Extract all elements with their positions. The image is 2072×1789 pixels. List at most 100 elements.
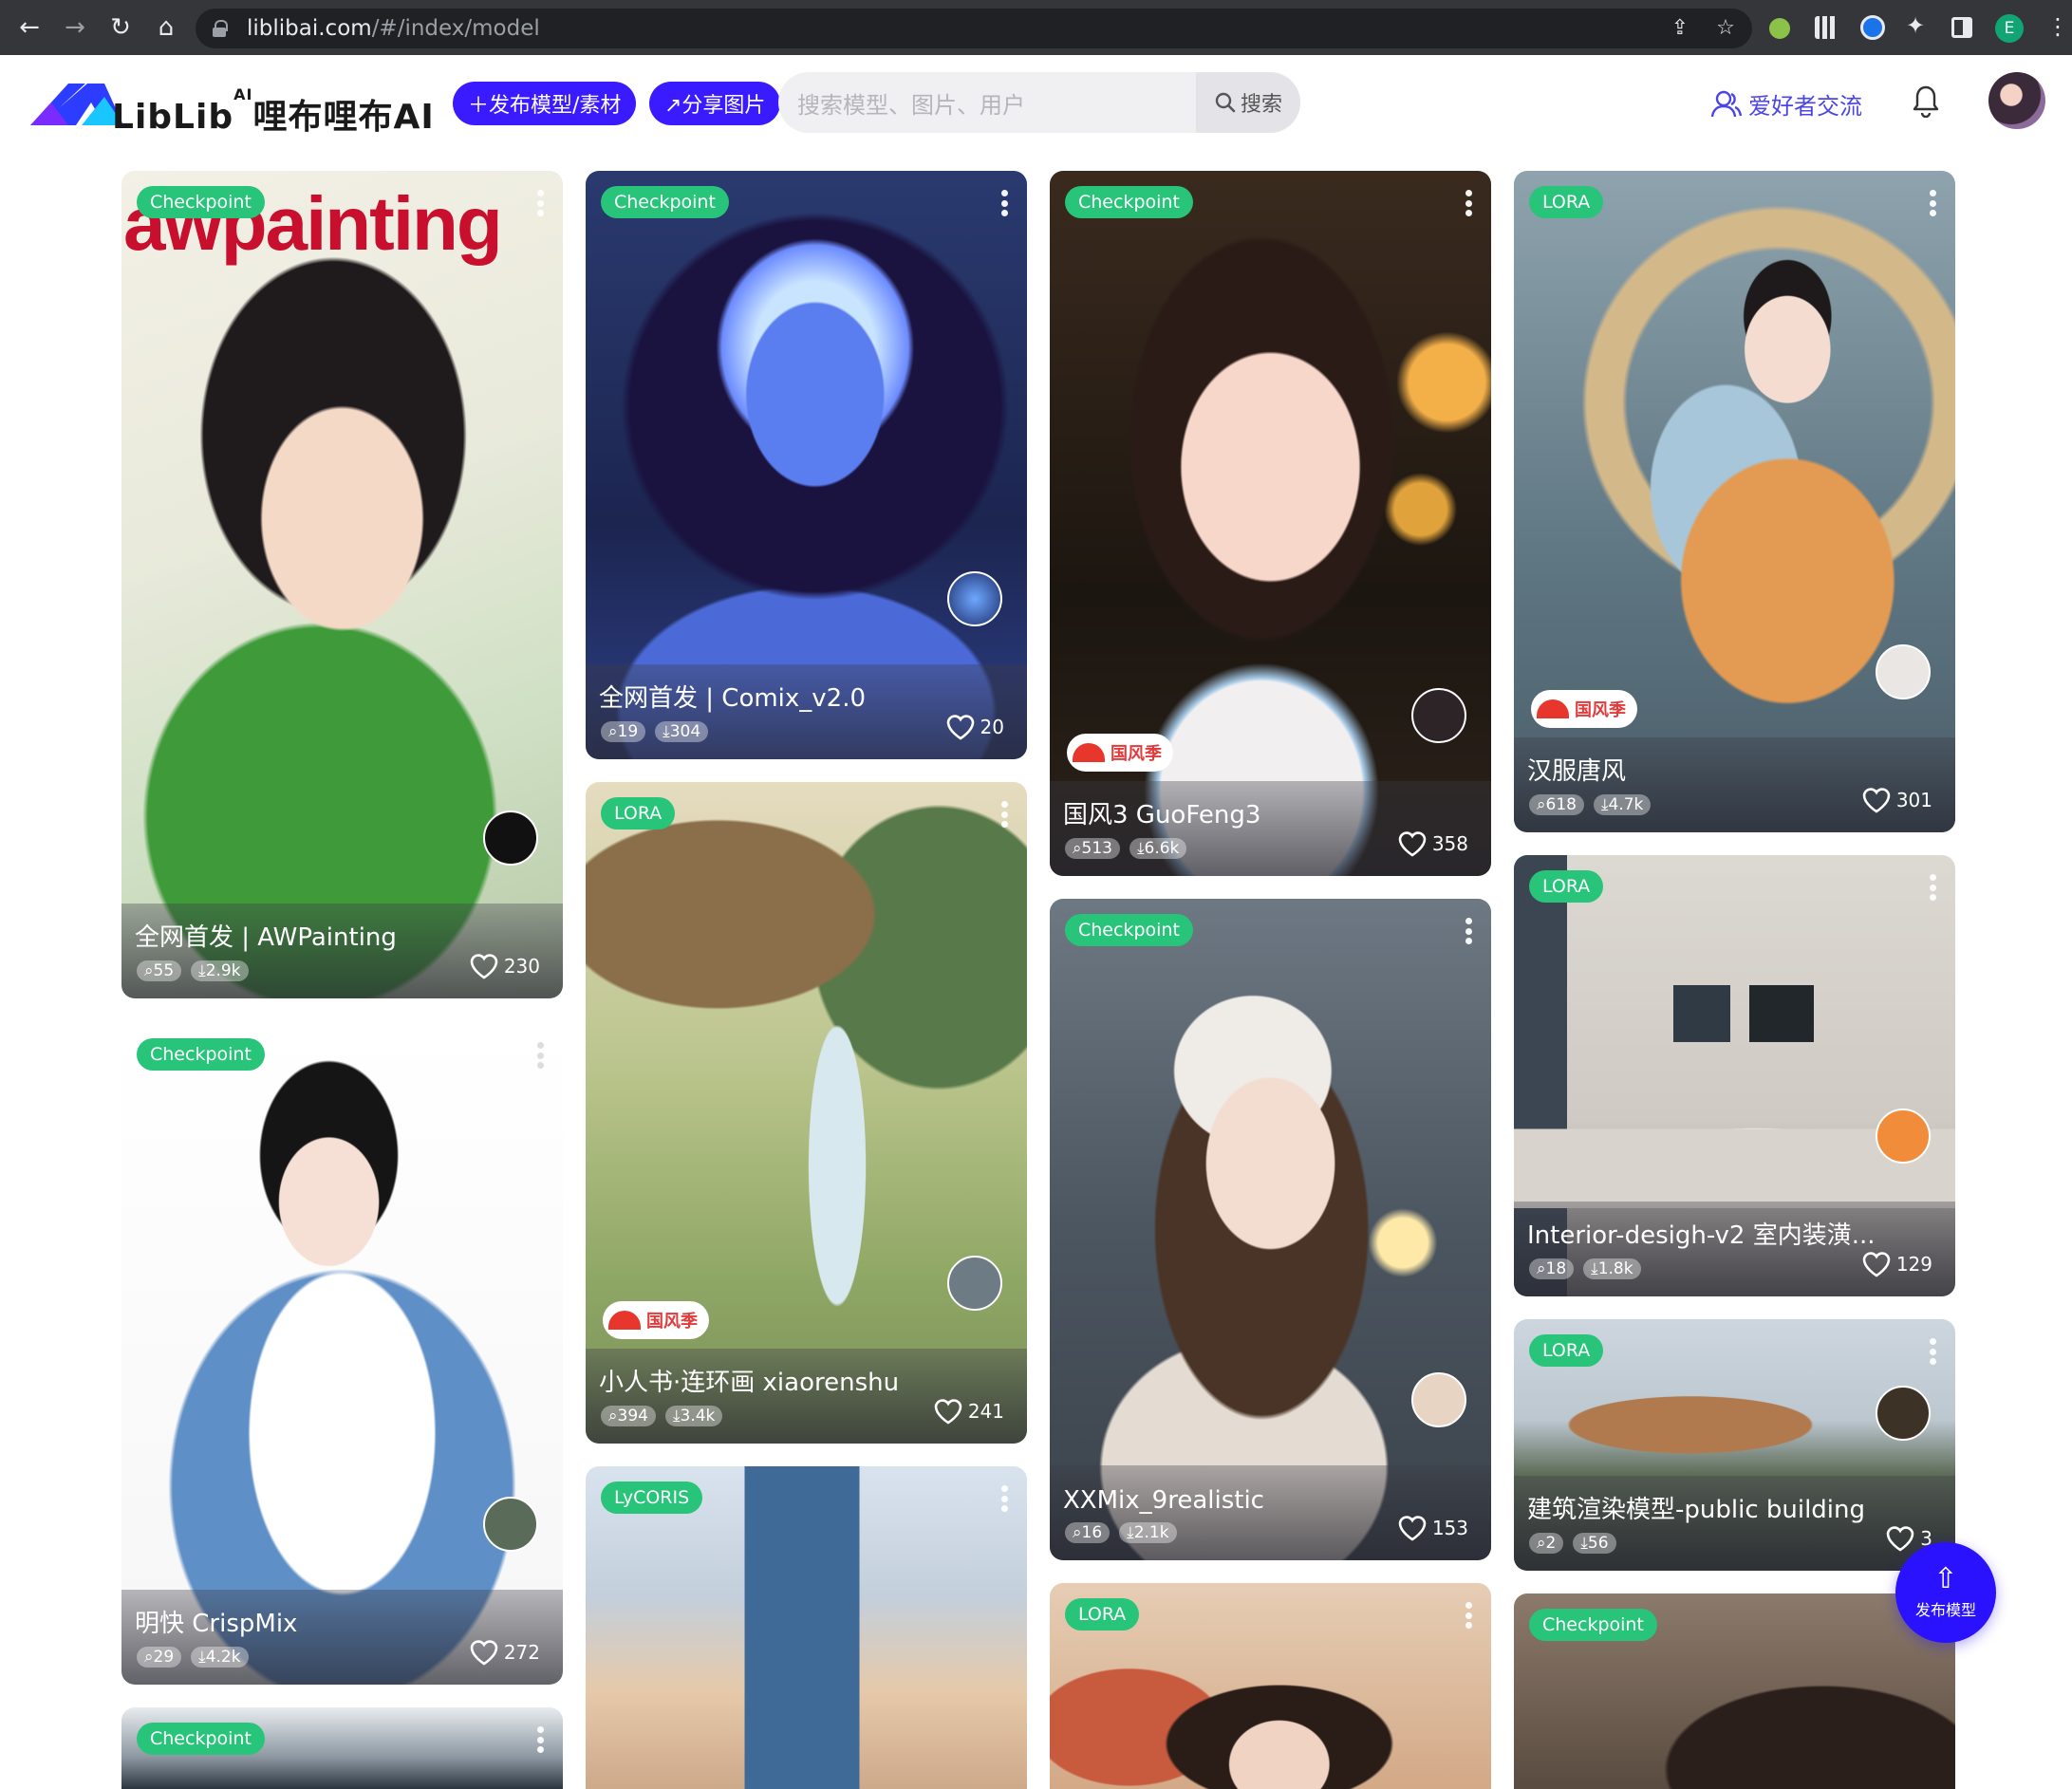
model-cover-image	[1514, 171, 1955, 832]
comment-count: ⌕394	[601, 1406, 656, 1426]
model-title: Interior-desigh-v2 室内装潢...	[1527, 1221, 1876, 1250]
bookmark-star-icon[interactable]: ☆	[1712, 16, 1739, 40]
model-card[interactable]: LORA 建筑渲染模型-public building ⌕2 ⤓56 3	[1514, 1319, 1955, 1571]
notification-bell-icon[interactable]	[1912, 84, 1940, 118]
more-options-icon[interactable]	[536, 1042, 544, 1069]
more-options-icon[interactable]	[1000, 1485, 1008, 1512]
more-options-icon[interactable]	[536, 190, 544, 216]
author-avatar[interactable]	[483, 1497, 538, 1552]
model-card[interactable]: LORA 国风季 汉服唐风 ⌕618 ⤓4.7k 301	[1514, 171, 1955, 832]
model-type-badge: Checkpoint	[1529, 1609, 1657, 1641]
more-options-icon[interactable]	[1000, 801, 1008, 828]
share-image-button[interactable]: ↗分享图片	[649, 82, 781, 125]
more-options-icon[interactable]	[1929, 190, 1936, 216]
reload-icon[interactable]: ↻	[99, 6, 142, 49]
like-button[interactable]: 358	[1398, 830, 1468, 857]
upload-arrow-icon: ⇧	[1933, 1562, 1958, 1595]
more-options-icon[interactable]	[1465, 1602, 1472, 1629]
like-button[interactable]: 20	[946, 714, 1004, 740]
model-card[interactable]: Checkpoint 全网首发 | Comix_v2.0 ⌕19 ⤓304 20	[586, 171, 1027, 759]
download-count: ⤓56	[1573, 1533, 1616, 1554]
community-link[interactable]: 爱好者交流	[1710, 87, 1862, 121]
like-button[interactable]: 129	[1862, 1251, 1932, 1277]
author-avatar[interactable]	[1876, 644, 1931, 699]
wall-art	[1749, 985, 1814, 1042]
model-card[interactable]: LyCORIS	[586, 1466, 1027, 1789]
share-page-icon[interactable]: ⇪	[1667, 16, 1693, 40]
model-type-badge: Checkpoint	[601, 186, 729, 218]
publish-model-fab[interactable]: ⇧ 发布模型	[1895, 1542, 1996, 1643]
model-card[interactable]: LORA Interior-desigh-v2 室内装潢... ⌕18 ⤓1.8…	[1514, 855, 1955, 1296]
like-button[interactable]: 230	[470, 953, 540, 979]
search-input[interactable]: 搜索模型、图片、用户	[797, 86, 1196, 120]
like-count: 272	[503, 1641, 540, 1664]
comment-count: ⌕618	[1529, 794, 1584, 815]
model-card[interactable]: LORA	[1050, 1583, 1491, 1789]
model-card[interactable]: Checkpoint 国风季 国风3 GuoFeng3 ⌕513 ⤓6.6k 3…	[1050, 171, 1491, 876]
side-panel-icon[interactable]	[1951, 17, 1972, 38]
model-card[interactable]: LORA 国风季 小人书·连环画 xiaorenshu ⌕394 ⤓3.4k 2…	[586, 782, 1027, 1444]
home-icon[interactable]: ⌂	[144, 6, 188, 49]
download-count: ⤓1.8k	[1583, 1258, 1641, 1279]
publish-model-button[interactable]: ＋发布模型/素材	[453, 82, 637, 125]
card-footer: 建筑渲染模型-public building ⌕2 ⤓56 3	[1514, 1476, 1955, 1571]
model-card[interactable]: Checkpoint	[121, 1707, 563, 1789]
author-avatar[interactable]	[1876, 1386, 1931, 1441]
author-avatar[interactable]	[1876, 1109, 1931, 1164]
like-button[interactable]: 301	[1862, 787, 1932, 813]
model-card[interactable]: Checkpoint 明快 CrispMix ⌕29 ⤓4.2k 272	[121, 1023, 563, 1685]
extensions-puzzle-icon[interactable]: ✦	[1906, 12, 1932, 39]
download-count: ⤓4.7k	[1593, 794, 1652, 815]
like-button[interactable]: 153	[1398, 1515, 1468, 1541]
forward-icon[interactable]: →	[53, 6, 97, 49]
user-avatar[interactable]	[1988, 72, 2045, 129]
heart-icon	[1398, 831, 1427, 857]
download-count: ⤓2.1k	[1119, 1522, 1177, 1543]
download-count: ⤓3.4k	[664, 1406, 723, 1426]
author-avatar[interactable]	[947, 1256, 1002, 1311]
model-card[interactable]: Checkpoint	[1514, 1593, 1955, 1789]
like-button[interactable]: 272	[470, 1639, 540, 1666]
model-type-badge: Checkpoint	[1065, 914, 1193, 946]
logo-wordmark: LibLibAI哩布哩布AI	[112, 85, 435, 137]
model-title: 建筑渲染模型-public building	[1527, 1496, 1866, 1524]
model-cover-image	[586, 782, 1027, 1444]
password-manager-icon[interactable]	[1860, 15, 1885, 40]
author-avatar[interactable]	[947, 571, 1002, 626]
search-box[interactable]: 搜索模型、图片、用户 搜索	[778, 72, 1300, 133]
comment-count: ⌕513	[1065, 838, 1120, 859]
more-options-icon[interactable]	[1000, 190, 1008, 216]
model-card[interactable]: awpainting Checkpoint 全网首发 | AWPainting …	[121, 171, 563, 998]
like-count: 230	[503, 955, 540, 978]
qr-code-icon[interactable]	[1815, 16, 1838, 39]
more-options-icon[interactable]	[1465, 918, 1472, 944]
event-tag[interactable]: 国风季	[603, 1301, 709, 1339]
more-options-icon[interactable]	[536, 1726, 544, 1753]
model-card[interactable]: Checkpoint XXMix_9realistic ⌕16 ⤓2.1k 15…	[1050, 899, 1491, 1560]
author-avatar[interactable]	[1411, 1372, 1466, 1427]
more-options-icon[interactable]	[1465, 190, 1472, 216]
like-count: 301	[1895, 789, 1932, 811]
site-header: LibLibAI哩布哩布AI ＋发布模型/素材 ↗分享图片 搜索模型、图片、用户…	[0, 55, 2072, 150]
model-type-badge: LORA	[1529, 870, 1604, 903]
event-tag[interactable]: 国风季	[1067, 734, 1173, 772]
address-bar[interactable]: liblibai.com /#/index/model ⇪ ☆	[196, 9, 1752, 48]
author-avatar[interactable]	[483, 811, 538, 866]
search-button[interactable]: 搜索	[1196, 72, 1300, 133]
card-footer: 国风3 GuoFeng3 ⌕513 ⤓6.6k 358	[1050, 781, 1491, 876]
card-footer: 全网首发 | Comix_v2.0 ⌕19 ⤓304 20	[586, 664, 1027, 759]
extension-green-icon[interactable]	[1769, 18, 1790, 39]
author-avatar[interactable]	[1411, 688, 1466, 743]
more-options-icon[interactable]	[1929, 874, 1936, 901]
profile-avatar[interactable]: E	[1995, 14, 2024, 43]
like-button[interactable]: 241	[934, 1398, 1004, 1425]
card-footer: 全网首发 | AWPainting ⌕55 ⤓2.9k 230	[121, 904, 563, 998]
card-footer: 汉服唐风 ⌕618 ⤓4.7k 301	[1514, 737, 1955, 832]
card-footer: XXMix_9realistic ⌕16 ⤓2.1k 153	[1050, 1465, 1491, 1560]
more-options-icon[interactable]	[1929, 1338, 1936, 1365]
model-type-badge: Checkpoint	[137, 1723, 265, 1755]
browser-menu-icon[interactable]: ⋮	[2046, 13, 2069, 40]
model-type-badge: Checkpoint	[1065, 186, 1193, 218]
event-tag[interactable]: 国风季	[1531, 690, 1637, 728]
back-icon[interactable]: ←	[8, 6, 51, 49]
